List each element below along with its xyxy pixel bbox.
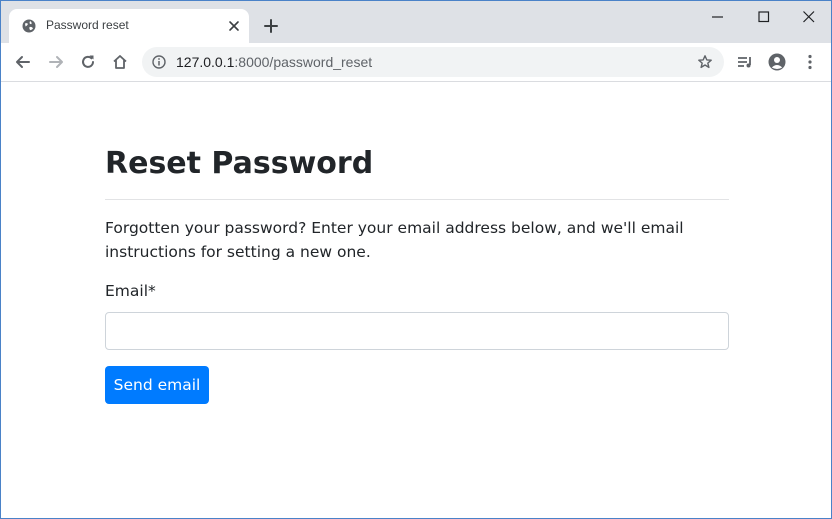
arrow-right-icon[interactable]: [47, 53, 65, 71]
maximize-icon[interactable]: [756, 9, 772, 25]
info-icon[interactable]: [152, 55, 166, 69]
browser-window: Password reset 127.0.0.1:8000/password_r…: [0, 0, 832, 519]
star-icon[interactable]: [697, 54, 713, 70]
arrow-left-icon[interactable]: [14, 53, 32, 71]
send-email-button[interactable]: Send email: [105, 366, 209, 404]
tab-strip: Password reset: [1, 1, 831, 43]
tab-title: Password reset: [46, 18, 129, 32]
close-window-icon[interactable]: [801, 9, 817, 25]
tab-password-reset[interactable]: Password reset: [9, 9, 249, 43]
address-bar[interactable]: 127.0.0.1:8000/password_reset: [142, 47, 724, 77]
email-field[interactable]: [105, 312, 729, 350]
email-label: Email*: [105, 282, 156, 300]
intro-text: Forgotten your password? Enter your emai…: [105, 219, 684, 261]
minimize-icon[interactable]: [710, 9, 726, 25]
reload-icon[interactable]: [79, 53, 97, 71]
browser-toolbar: 127.0.0.1:8000/password_reset: [1, 43, 831, 82]
new-tab-icon[interactable]: [263, 18, 279, 34]
playlist-icon[interactable]: [736, 53, 754, 71]
close-icon[interactable]: [227, 19, 241, 33]
globe-icon: [22, 19, 36, 33]
home-icon[interactable]: [111, 53, 129, 71]
url-text[interactable]: 127.0.0.1:8000/password_reset: [176, 54, 372, 70]
title-divider: [105, 199, 729, 200]
account-icon[interactable]: [768, 53, 786, 71]
page-title: Reset Password: [105, 146, 374, 181]
more-vertical-icon[interactable]: [801, 53, 819, 71]
url-path: :8000/password_reset: [234, 54, 373, 70]
url-host: 127.0.0.1: [176, 54, 235, 70]
